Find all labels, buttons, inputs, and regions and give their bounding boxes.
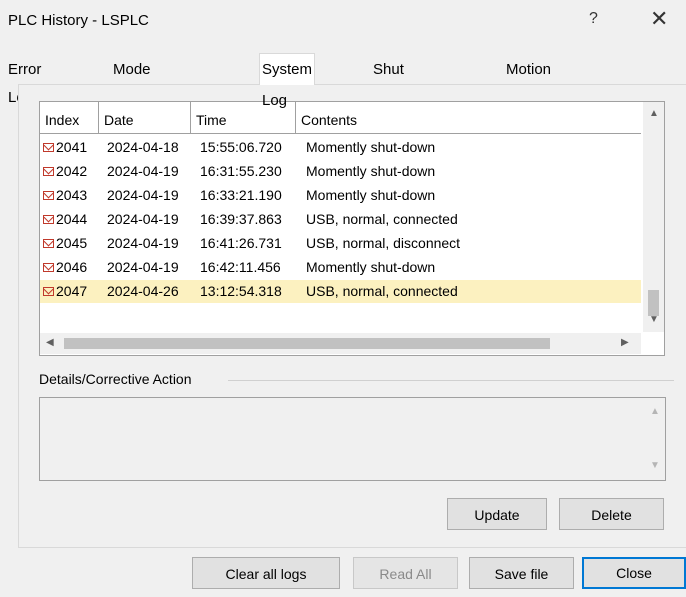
cell-index: 2043 xyxy=(43,184,87,207)
cell-date: 2024-04-18 xyxy=(107,139,179,155)
row-index-text: 2042 xyxy=(56,163,88,179)
cell-contents: USB, normal, connected xyxy=(306,211,458,227)
help-button[interactable]: ? xyxy=(589,10,598,28)
log-entry-envelope-icon xyxy=(43,286,54,296)
table-row[interactable]: 2046 2024-04-19 16:42:11.456 Momently shut-… xyxy=(40,256,641,279)
window-close-button[interactable]: ✕ xyxy=(650,6,668,32)
cell-time: 16:41:26.731 xyxy=(200,235,282,251)
row-index-text: 2045 xyxy=(56,235,88,251)
cell-contents: Momently shut-down xyxy=(306,139,436,155)
tab-shut-down-log[interactable]: Shut Down Log xyxy=(371,56,413,134)
table-row[interactable]: 2041 2024-04-18 15:55:06.720 Momently shut-… xyxy=(40,136,641,159)
close-button[interactable]: Close xyxy=(582,557,686,589)
scroll-up-arrow-icon[interactable]: ▲ xyxy=(649,108,659,119)
table-row[interactable]: 2042 2024-04-19 16:31:55.230 Momently shut-… xyxy=(40,160,641,183)
cell-time: 16:33:21.190 xyxy=(200,187,282,203)
save-file-button[interactable]: Save file xyxy=(469,557,574,589)
log-entry-envelope-icon xyxy=(43,142,54,152)
table-row[interactable]: 2045 2024-04-19 16:41:26.731 USB, normal, d… xyxy=(40,232,641,255)
log-entry-envelope-icon xyxy=(43,214,54,224)
cell-date: 2024-04-19 xyxy=(107,211,179,227)
clear-all-logs-button[interactable]: Clear all logs xyxy=(192,557,340,589)
system-log-panel: Index Date Time Contents 2041 2024-04-18 1… xyxy=(18,84,686,548)
title-bar: PLC History - LSPLC ? ✕ xyxy=(0,0,686,40)
tab-error-log[interactable]: Error Log xyxy=(6,56,43,106)
horizontal-scroll-thumb[interactable] xyxy=(64,338,550,349)
cell-contents: USB, normal, disconnect xyxy=(306,235,461,251)
vertical-scroll-thumb[interactable] xyxy=(648,290,659,316)
details-scroll-up-icon[interactable]: ▲ xyxy=(650,406,660,417)
cell-index: 2041 xyxy=(43,136,87,159)
tab-mode-change-log[interactable]: Mode Change Log xyxy=(111,56,168,134)
delete-button[interactable]: Delete xyxy=(559,498,664,530)
row-index-text: 2043 xyxy=(56,187,88,203)
vertical-scrollbar[interactable]: ▲ ▼ xyxy=(643,102,664,332)
details-divider xyxy=(228,380,674,381)
tab-system-log[interactable]: System Log xyxy=(259,53,316,109)
cell-contents: Momently shut-down xyxy=(306,163,436,179)
cell-time: 16:39:37.863 xyxy=(200,211,282,227)
details-scrollbar[interactable]: ▲ ▼ xyxy=(644,398,665,480)
table-header: Index Date Time Contents xyxy=(40,102,641,136)
cell-index: 2045 xyxy=(43,232,87,255)
cell-index: 2046 xyxy=(43,256,87,279)
row-index-text: 2041 xyxy=(56,139,88,155)
table-row[interactable]: 2043 2024-04-19 16:33:21.190 Momently shut-… xyxy=(40,184,641,207)
scroll-down-arrow-icon[interactable]: ▼ xyxy=(649,314,659,325)
details-group-label: Details/Corrective Action xyxy=(39,371,192,387)
cell-index: 2044 xyxy=(43,208,87,231)
cell-contents: USB, normal, connected xyxy=(306,283,458,299)
scroll-left-arrow-icon[interactable]: ◀ xyxy=(46,337,54,348)
log-entry-envelope-icon xyxy=(43,190,54,200)
column-header-index[interactable]: Index xyxy=(40,102,99,134)
log-entry-envelope-icon xyxy=(43,238,54,248)
cell-contents: Momently shut-down xyxy=(306,187,436,203)
tab-motion-error-history[interactable]: Motion Error History xyxy=(504,56,555,134)
cell-date: 2024-04-19 xyxy=(107,163,179,179)
update-button[interactable]: Update xyxy=(447,498,547,530)
cell-time: 15:55:06.720 xyxy=(200,139,282,155)
log-entry-envelope-icon xyxy=(43,166,54,176)
row-index-text: 2046 xyxy=(56,259,88,275)
details-textbox[interactable]: ▲ ▼ xyxy=(39,397,666,481)
read-all-button[interactable]: Read All xyxy=(353,557,458,589)
cell-date: 2024-04-26 xyxy=(107,283,179,299)
table-row[interactable]: 2047 2024-04-26 13:12:54.318 USB, normal, c… xyxy=(40,280,641,303)
column-header-date[interactable]: Date xyxy=(99,102,191,134)
log-table[interactable]: Index Date Time Contents 2041 2024-04-18 1… xyxy=(39,101,665,356)
cell-time: 13:12:54.318 xyxy=(200,283,282,299)
cell-time: 16:42:11.456 xyxy=(200,259,281,275)
scroll-right-arrow-icon[interactable]: ▶ xyxy=(621,337,629,348)
cell-index: 2042 xyxy=(43,160,87,183)
cell-index: 2047 xyxy=(43,280,87,303)
window-title: PLC History - LSPLC xyxy=(8,12,149,29)
cell-date: 2024-04-19 xyxy=(107,259,179,275)
cell-contents: Momently shut-down xyxy=(306,259,436,275)
cell-time: 16:31:55.230 xyxy=(200,163,282,179)
cell-date: 2024-04-19 xyxy=(107,235,179,251)
row-index-text: 2047 xyxy=(56,283,88,299)
column-header-contents[interactable]: Contents xyxy=(296,102,641,134)
cell-date: 2024-04-19 xyxy=(107,187,179,203)
log-entry-envelope-icon xyxy=(43,262,54,272)
details-scroll-down-icon[interactable]: ▼ xyxy=(650,460,660,471)
horizontal-scrollbar[interactable]: ◀ ▶ xyxy=(40,333,641,354)
table-row[interactable]: 2044 2024-04-19 16:39:37.863 USB, normal, c… xyxy=(40,208,641,231)
row-index-text: 2044 xyxy=(56,211,88,227)
